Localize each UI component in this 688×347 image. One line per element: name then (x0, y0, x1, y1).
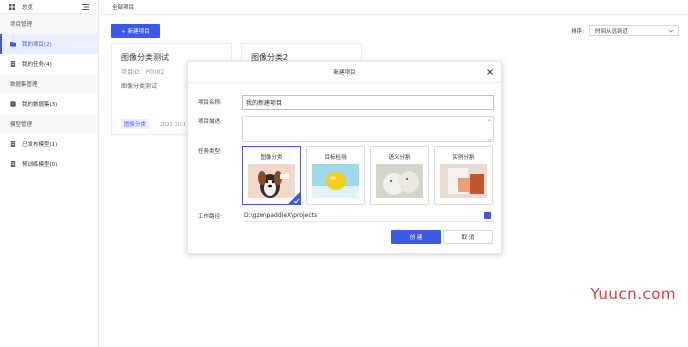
page-title: 全部项目 (100, 0, 688, 15)
sidebar-item-label: 我的数据集(3) (22, 102, 58, 108)
sidebar-item-published-models[interactable]: 已发布模型(1) (0, 134, 98, 154)
work-path-value: D:\gzw\paddleX\projects (244, 212, 318, 219)
sidebar: 总览 项目管理 我的项目(2) 我的任务(4) 数据集管理 我的数据集(3) 模… (0, 0, 99, 347)
section-model-management: 模型管理 (0, 114, 98, 134)
collapse-menu-icon[interactable] (82, 3, 89, 10)
task-option-semantic-segmentation[interactable]: 语义分割 (370, 146, 429, 205)
document-icon (10, 61, 16, 67)
sidebar-item-my-tasks[interactable]: 我的任务(4) (0, 54, 98, 74)
task-type-label: 任务类型: (198, 149, 222, 155)
bag-image (440, 164, 487, 198)
task-option-label: 语义分割 (388, 155, 411, 161)
folder-browse-icon[interactable] (484, 212, 491, 219)
create-button[interactable]: 创 建 (391, 230, 441, 244)
section-dataset-management: 数据集管理 (0, 74, 98, 94)
task-option-object-detection[interactable]: 目标检测 (306, 146, 365, 205)
dialog-header: 新建项目 (188, 62, 501, 83)
section-project-management: 项目管理 (0, 14, 98, 34)
sidebar-item-my-projects[interactable]: 我的项目(2) (0, 34, 98, 54)
dialog-title: 新建项目 (333, 70, 356, 76)
sidebar-header: 总览 (0, 0, 98, 14)
toolbar: + 新建项目 排序: 时间从远到近 (111, 24, 679, 38)
chevron-down-icon (668, 28, 674, 34)
project-card-date: 2022-10-1 (160, 122, 186, 128)
sidebar-item-my-datasets[interactable]: 我的数据集(3) (0, 94, 98, 114)
sidebar-item-label: 已发布模型(1) (22, 142, 58, 148)
project-name-input[interactable]: 我的新建项目 (242, 95, 494, 110)
project-card-id: 项目ID：P0002 (121, 69, 165, 76)
project-description-label: 项目描述: (198, 119, 222, 125)
folder-icon (10, 41, 16, 47)
sidebar-item-label: 我的项目(2) (22, 42, 52, 48)
cancel-button[interactable]: 取 消 (443, 230, 493, 244)
document-icon (10, 141, 16, 147)
task-option-label: 目标检测 (324, 155, 347, 161)
sidebar-item-label: 我的任务(4) (22, 62, 52, 68)
selected-check-icon (288, 192, 300, 204)
project-name-label: 项目名称: (198, 100, 222, 106)
sidebar-item-pretrained-models[interactable]: 预训练模型(0) (0, 154, 98, 174)
new-project-button[interactable]: + 新建项目 (111, 24, 160, 38)
close-icon[interactable] (486, 68, 494, 76)
home-icon[interactable] (9, 3, 15, 10)
task-option-instance-segmentation[interactable]: 实例分割 (434, 146, 493, 205)
watermark-text: Yuucn.com (590, 285, 676, 303)
scrollbar[interactable] (487, 118, 492, 141)
sidebar-item-overview[interactable]: 总览 (22, 3, 82, 11)
sort-select-value: 时间从远到近 (595, 28, 629, 35)
work-path-label: 工作路径: (198, 214, 222, 220)
database-icon (10, 101, 16, 107)
project-card-title: 图像分类测试 (121, 53, 169, 62)
sort-select[interactable]: 时间从远到近 (589, 25, 679, 36)
document-icon (10, 161, 16, 167)
project-card-tag: 图像分类 (121, 119, 150, 129)
dogs-image (376, 164, 423, 198)
sidebar-item-label: 预训练模型(0) (22, 162, 58, 168)
task-option-image-classification[interactable]: 图像分类 (242, 146, 301, 205)
task-option-label: 图像分类 (260, 155, 283, 161)
project-card-description: 图像分类测试 (121, 83, 158, 90)
lemon-image (312, 164, 359, 198)
task-option-label: 实例分割 (452, 155, 475, 161)
project-description-input[interactable] (242, 116, 494, 142)
sort-label: 排序: (571, 29, 584, 35)
work-path-input[interactable]: D:\gzw\paddleX\projects (242, 210, 494, 222)
new-project-dialog: 新建项目 项目名称: 我的新建项目 项目描述: 任务类型: 图像分类 目标检测 … (187, 61, 502, 254)
